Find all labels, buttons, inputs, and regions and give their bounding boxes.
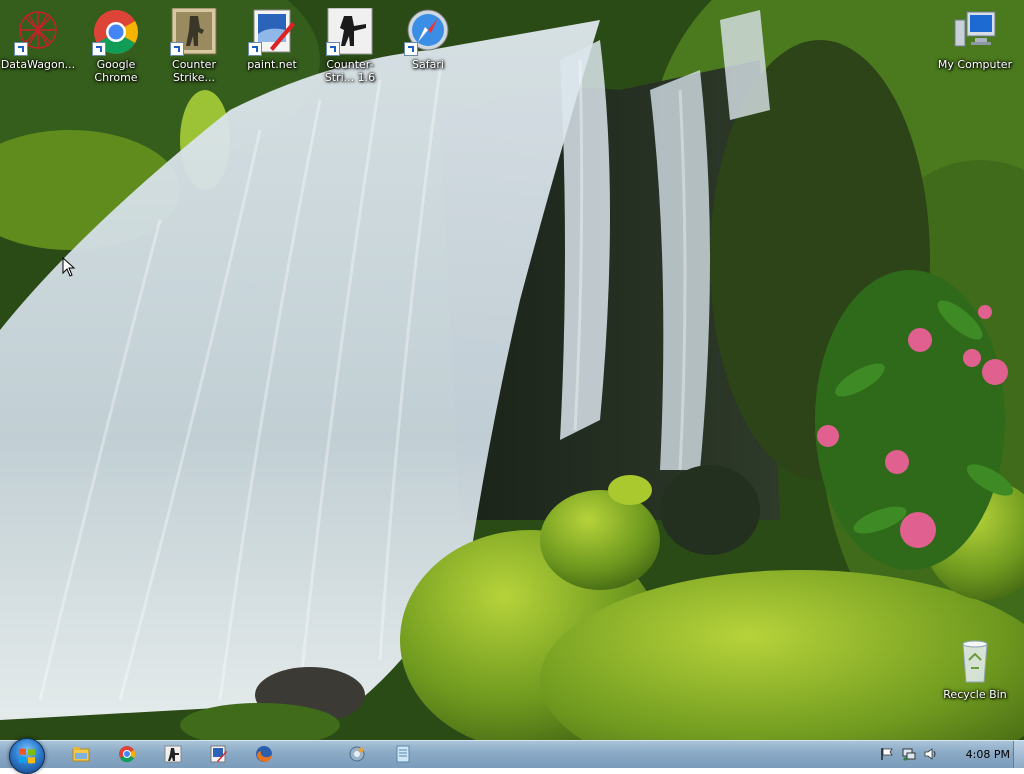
desktop-icon-my-computer[interactable]: My Computer xyxy=(937,8,1013,71)
counter-strike-16-icon xyxy=(326,7,374,56)
taskbar-notepad[interactable] xyxy=(393,744,413,764)
notepad-icon xyxy=(396,745,410,763)
desktop-icon-safari[interactable]: Safari xyxy=(390,8,466,71)
mouse-cursor-icon xyxy=(62,256,76,277)
desktop-icon-label: paint.net xyxy=(247,58,297,71)
flag-icon[interactable] xyxy=(880,747,894,761)
paintnet-icon xyxy=(210,745,227,763)
desktop-icon-label: Counter-Stri... 1.6 xyxy=(324,58,376,84)
recycle-bin-icon xyxy=(951,638,999,686)
taskbar-counter-strike[interactable] xyxy=(163,744,183,764)
desktop-icon-label: Recycle Bin xyxy=(943,688,1007,701)
counter-strike-icon xyxy=(164,745,182,763)
desktop-icon-datawagon[interactable]: DataWagon... xyxy=(0,8,76,71)
taskbar-paintnet[interactable] xyxy=(208,744,228,764)
shortcut-arrow-icon xyxy=(92,42,106,56)
windows-logo-icon xyxy=(19,748,35,764)
network-icon[interactable] xyxy=(902,747,916,761)
volume-icon[interactable] xyxy=(924,747,938,761)
desktop-icon-recycle-bin[interactable]: Recycle Bin xyxy=(937,638,1013,701)
chrome-icon xyxy=(119,746,136,763)
desktop-icon-counter-strike[interactable]: Counter Strike... xyxy=(156,7,232,84)
shortcut-arrow-icon xyxy=(326,42,340,56)
settings-icon xyxy=(349,746,365,762)
taskbar-clock[interactable]: 4:08 PM xyxy=(966,748,1010,761)
safari-icon xyxy=(404,8,452,56)
taskbar-explorer[interactable] xyxy=(71,744,91,764)
desktop-icon-label: DataWagon... xyxy=(0,58,76,71)
desktop-icon-label: Google Chrome xyxy=(94,58,138,84)
desktop-icon-label: Safari xyxy=(412,58,444,71)
computer-icon xyxy=(951,8,999,56)
desktop-icon-label: Counter Strike... xyxy=(172,58,216,84)
taskbar-chrome[interactable] xyxy=(117,744,137,764)
desktop-wallpaper xyxy=(0,0,1024,740)
datawagon-icon xyxy=(14,8,62,56)
paintnet-icon xyxy=(248,8,296,56)
shortcut-arrow-icon xyxy=(248,42,262,56)
start-button[interactable] xyxy=(9,738,45,774)
desktop-icon-counter-strike-16[interactable]: Counter-Stri... 1.6 xyxy=(312,7,388,84)
waterfall-scene xyxy=(0,0,1024,740)
taskbar-settings[interactable] xyxy=(347,744,367,764)
desktop-icon-chrome[interactable]: Google Chrome xyxy=(78,8,154,84)
shortcut-arrow-icon xyxy=(404,42,418,56)
firefox-icon xyxy=(256,746,272,762)
counter-strike-icon xyxy=(170,7,218,56)
desktop-icon-paintnet[interactable]: paint.net xyxy=(234,8,310,71)
system-tray: 4:08 PM xyxy=(880,741,1010,767)
shortcut-arrow-icon xyxy=(170,42,184,56)
chrome-icon xyxy=(92,8,140,56)
explorer-icon xyxy=(72,747,90,762)
show-desktop-button[interactable] xyxy=(1013,741,1024,768)
taskbar-firefox[interactable] xyxy=(254,744,274,764)
desktop-icon-label: My Computer xyxy=(937,58,1013,71)
taskbar: 4:08 PM xyxy=(0,738,1024,774)
shortcut-arrow-icon xyxy=(14,42,28,56)
